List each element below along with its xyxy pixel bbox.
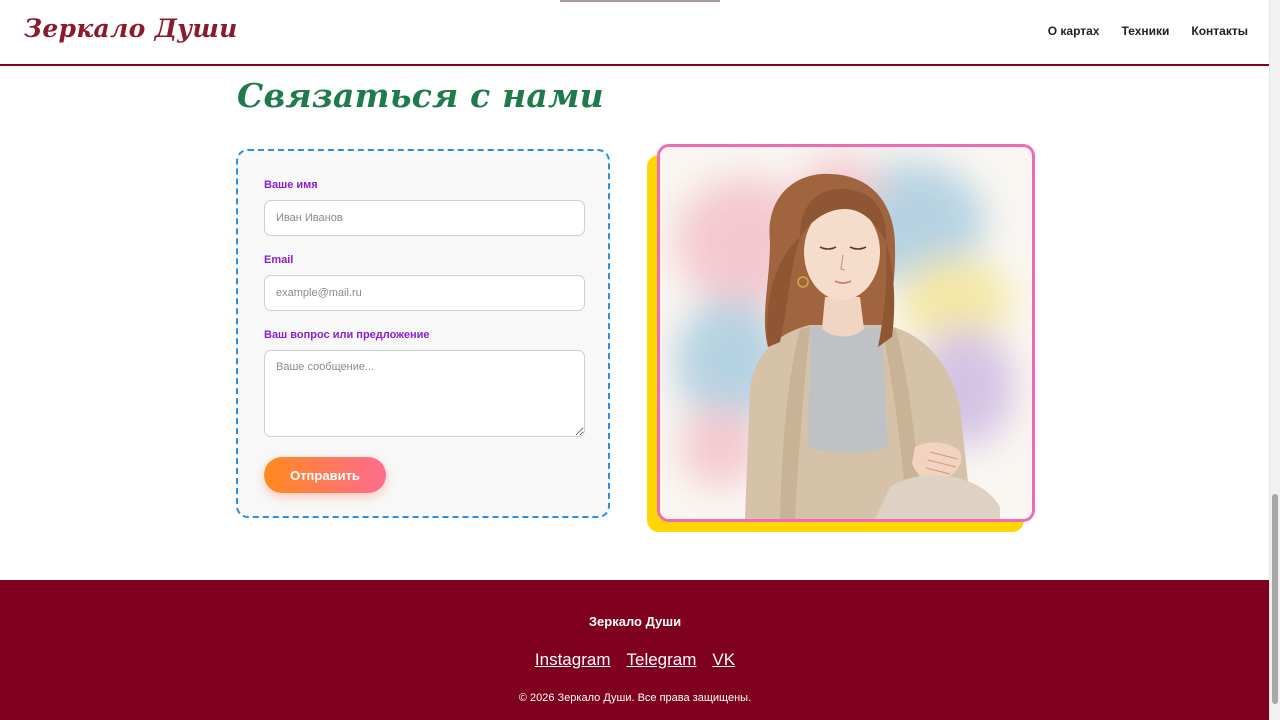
contact-form: Ваше имя Email Ваш вопрос или предложени… — [236, 149, 610, 518]
name-field-label: Ваше имя — [264, 179, 318, 191]
illustration-card — [657, 144, 1035, 522]
submit-button[interactable]: Отправить — [264, 457, 386, 493]
site-header: Зеркало Души О картах Техники Контакты — [0, 0, 1270, 66]
email-input[interactable] — [264, 275, 585, 311]
site-footer: Зеркало Души Instagram Telegram VK © 202… — [0, 580, 1270, 720]
footer-link-telegram[interactable]: Telegram — [626, 650, 696, 670]
footer-brand: Зеркало Души — [588, 614, 682, 629]
site-logo[interactable]: Зеркало Души — [24, 14, 238, 43]
header-top-strip — [560, 0, 720, 2]
message-textarea[interactable] — [264, 350, 585, 437]
nav-link-techniques[interactable]: Техники — [1121, 24, 1169, 38]
footer-social-links: Instagram Telegram VK — [0, 650, 1270, 670]
main-nav: О картах Техники Контакты — [1048, 24, 1248, 38]
footer-link-vk[interactable]: VK — [712, 650, 735, 670]
woman-watercolor-illustration — [660, 147, 1032, 519]
scrollbar-thumb[interactable] — [1272, 494, 1278, 704]
nav-link-contacts[interactable]: Контакты — [1191, 24, 1248, 38]
footer-link-instagram[interactable]: Instagram — [535, 650, 611, 670]
footer-copyright: © 2026 Зеркало Души. Все права защищены. — [518, 692, 752, 704]
nav-link-about-cards[interactable]: О картах — [1048, 24, 1100, 38]
name-input[interactable] — [264, 200, 585, 236]
message-field-label: Ваш вопрос или предложение — [264, 329, 430, 341]
email-field-label: Email — [264, 254, 294, 266]
page-scrollbar[interactable] — [1269, 0, 1280, 720]
contact-section-title: Связаться с нами — [237, 76, 604, 115]
